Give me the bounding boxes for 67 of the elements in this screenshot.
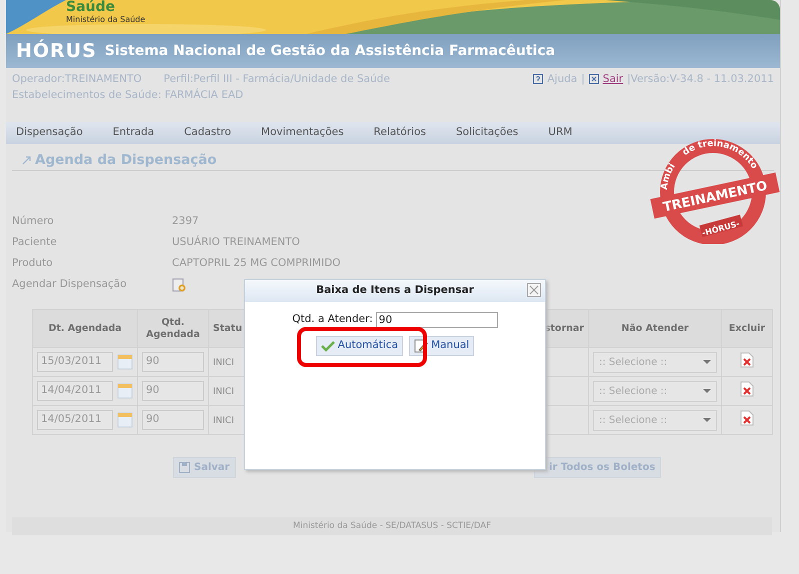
delete-icon[interactable]	[740, 380, 754, 396]
pencil-icon	[414, 338, 428, 353]
app-name: HÓRUS	[16, 38, 97, 64]
status-select[interactable]: :: Selecione ::	[593, 380, 717, 402]
date-field[interactable]: 14/05/2011	[37, 410, 113, 430]
date-field[interactable]: 14/04/2011	[37, 381, 113, 402]
dialog-title: Baixa de Itens a Dispensar	[316, 283, 474, 298]
delete-icon[interactable]	[740, 410, 754, 426]
button[interactable]: Automática	[316, 336, 404, 356]
separator: |	[581, 72, 585, 87]
column-header: Não Atender	[588, 310, 722, 348]
status-select[interactable]: :: Selecione ::	[593, 410, 717, 431]
status-text: INICI	[213, 387, 234, 397]
check-icon	[320, 340, 335, 352]
quantity-field[interactable]: 90	[142, 381, 204, 402]
operator-label: Operador:TREINAMENTO	[12, 72, 142, 87]
caret-icon	[703, 386, 711, 395]
close-icon	[588, 74, 599, 84]
exit-link[interactable]: Sair	[602, 71, 624, 87]
button[interactable]: Salvar	[173, 457, 236, 478]
status-text: INICI	[213, 416, 234, 426]
establishment-label: Estabelecimentos de Saúde: FARMÁCIA EAD	[12, 87, 244, 103]
delete-icon[interactable]	[740, 352, 754, 368]
menu-item[interactable]: Movimentações	[261, 125, 344, 141]
menu-item[interactable]: Dispensação	[16, 125, 83, 141]
menu-item[interactable]: Relatórios	[374, 125, 426, 141]
field-value: CAPTOPRIL 25 MG COMPRIMIDO	[172, 256, 341, 271]
column-header: Qtd. Agendada	[138, 310, 208, 348]
caret-icon	[703, 358, 711, 366]
button[interactable]: ir Todos os Boletos	[534, 457, 662, 478]
menu-item[interactable]: Solicitações	[456, 125, 518, 141]
field-label: Produto	[12, 256, 54, 271]
quantity-field[interactable]: 90	[376, 312, 498, 328]
menu-item[interactable]: Cadastro	[184, 125, 232, 141]
help-link[interactable]: Ajuda	[547, 71, 578, 87]
status-text: INICI	[213, 358, 234, 368]
version-label: |Versão:V-34.8 - 11.03.2011	[627, 72, 774, 87]
add-document-icon[interactable]	[172, 278, 186, 292]
caret-icon	[703, 416, 711, 424]
field-label: Paciente	[12, 234, 58, 250]
save-icon	[179, 462, 190, 474]
arrow-icon	[22, 155, 32, 166]
field-label: Agendar Dispensação	[12, 276, 128, 292]
footer-text: Ministério da Saúde - SE/DATASUS - SCTIE/DAF	[12, 517, 772, 536]
help-icon	[533, 74, 544, 84]
menu-item[interactable]: Entrada	[112, 125, 154, 141]
section-title: Agenda da Dispensação	[35, 151, 217, 170]
logo-title: Saúde	[66, 0, 116, 14]
date-field[interactable]: 15/03/2011	[37, 352, 113, 372]
close-icon[interactable]	[527, 283, 541, 297]
status-select[interactable]: :: Selecione ::	[593, 352, 717, 373]
menu-item[interactable]: URM	[548, 125, 572, 141]
field-label: Número	[12, 214, 55, 229]
calendar-icon[interactable]	[117, 354, 133, 370]
calendar-icon[interactable]	[117, 412, 133, 428]
app-subtitle: Sistema Nacional de Gestão da Assistência Farmacêutica	[104, 42, 556, 60]
profile-label: Perfil:Perfil III - Farmácia/Unidade de Saúde	[164, 72, 390, 87]
column-header: Excluir	[722, 310, 772, 348]
quantity-field[interactable]: 90	[142, 352, 204, 372]
quantity-label: Qtd. a Atender:	[292, 312, 373, 328]
button[interactable]: Manual	[409, 336, 474, 356]
column-header: Dt. Agendada	[32, 310, 138, 348]
field-value: USUÁRIO TREINAMENTO	[172, 234, 300, 250]
logo-subtitle: Ministério da Saúde	[66, 16, 146, 24]
quantity-field[interactable]: 90	[142, 410, 204, 430]
field-value: 2397	[172, 214, 199, 229]
calendar-icon[interactable]	[117, 383, 133, 400]
